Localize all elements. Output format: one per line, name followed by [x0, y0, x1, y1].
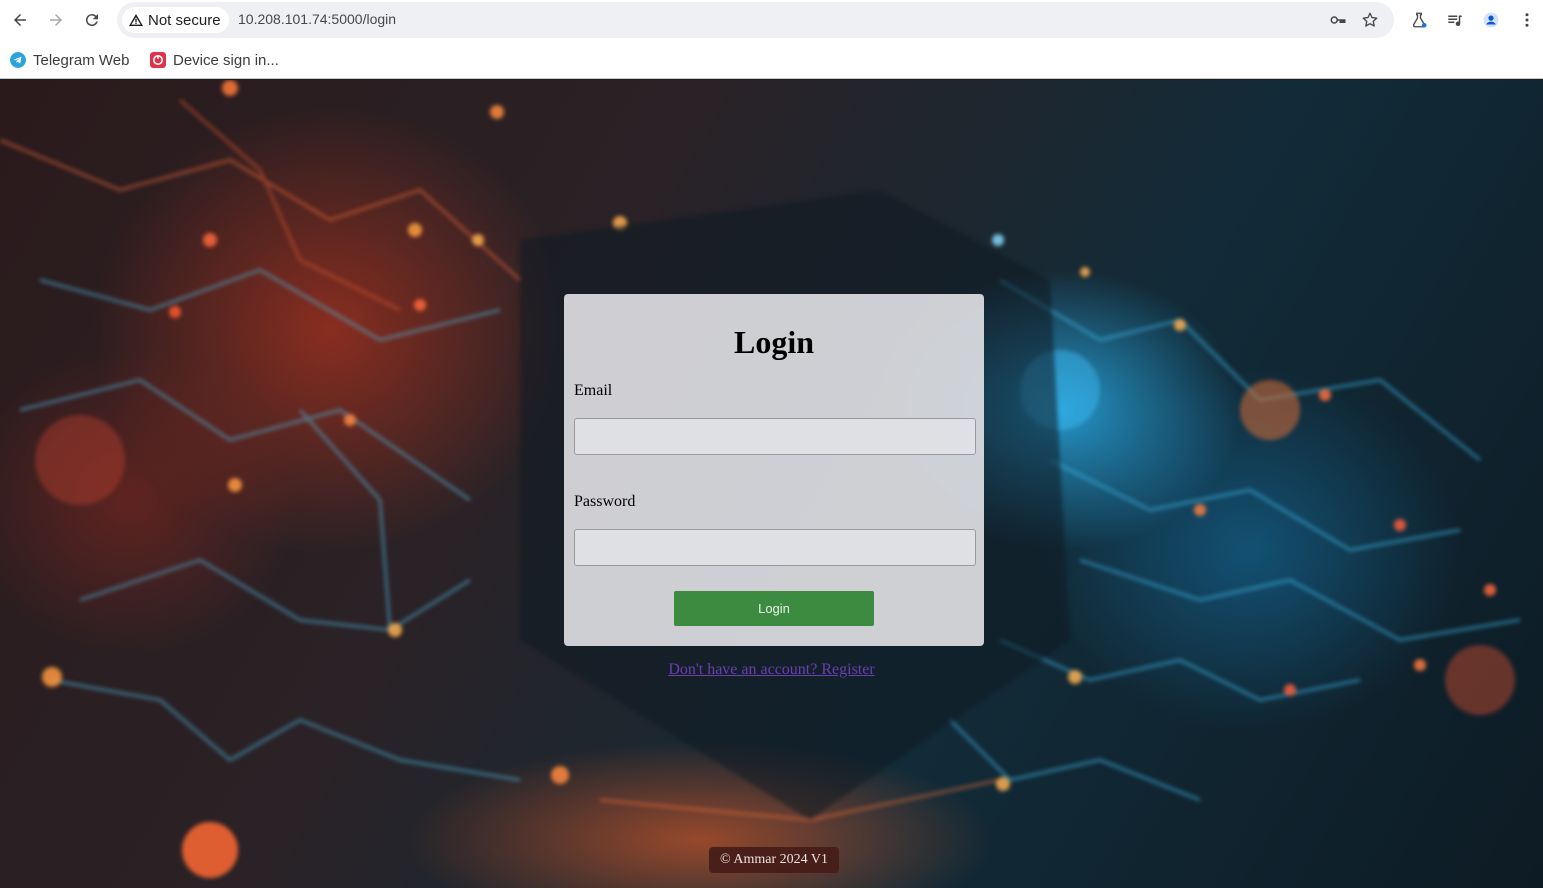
browser-menu-button[interactable] — [1513, 6, 1541, 34]
media-queue-icon — [1448, 15, 1462, 27]
browser-toolbar: Not secure 10.208.101.74:5000/login — [0, 0, 1543, 40]
address-bar[interactable]: Not secure 10.208.101.74:5000/login — [117, 2, 1394, 38]
kebab-menu-icon — [1525, 13, 1529, 27]
footer-text: © Ammar 2024 V1 — [720, 852, 828, 867]
email-label: Email — [574, 382, 613, 399]
login-card: Login Email Password Login — [564, 294, 984, 646]
flask-icon — [1412, 12, 1427, 28]
bookmark-label: Telegram Web — [33, 51, 130, 69]
bookmark-device-sign-in[interactable]: Device sign in... — [150, 50, 279, 70]
bookmark-star-button[interactable] — [1358, 8, 1382, 32]
password-field[interactable] — [574, 529, 976, 566]
profile-icon — [1483, 12, 1499, 28]
media-queue-button[interactable] — [1441, 6, 1469, 34]
reload-icon — [85, 14, 98, 27]
register-link-container: Don't have an account? Register — [0, 661, 1543, 679]
security-label: Not secure — [148, 11, 221, 29]
back-button[interactable] — [6, 6, 34, 34]
password-key-button[interactable] — [1326, 8, 1350, 32]
bookmark-label: Device sign in... — [173, 51, 279, 69]
url-text[interactable]: 10.208.101.74:5000/login — [238, 11, 396, 27]
arrow-right-icon — [50, 14, 62, 26]
star-icon — [1362, 12, 1378, 27]
reload-button[interactable] — [78, 6, 106, 34]
key-icon — [1330, 16, 1346, 24]
security-indicator[interactable]: Not secure — [122, 7, 229, 33]
warning-triangle-icon — [129, 14, 143, 26]
page-viewport: Login Email Password Login Don't have an… — [0, 80, 1543, 888]
profile-button[interactable] — [1477, 6, 1505, 34]
telegram-icon — [10, 52, 26, 68]
arrow-left-icon — [14, 14, 26, 26]
bookmarks-bar: Telegram Web Device sign in... — [0, 40, 1543, 79]
device-signin-icon — [150, 52, 166, 68]
footer-badge: © Ammar 2024 V1 — [709, 847, 839, 873]
bookmark-telegram-web[interactable]: Telegram Web — [10, 50, 129, 70]
register-link[interactable]: Don't have an account? Register — [668, 661, 874, 678]
forward-button[interactable] — [42, 6, 70, 34]
email-field[interactable] — [574, 418, 976, 455]
labs-button[interactable] — [1405, 6, 1433, 34]
page-title: Login — [733, 324, 815, 360]
password-label: Password — [574, 493, 636, 510]
login-button[interactable]: Login — [674, 591, 874, 626]
